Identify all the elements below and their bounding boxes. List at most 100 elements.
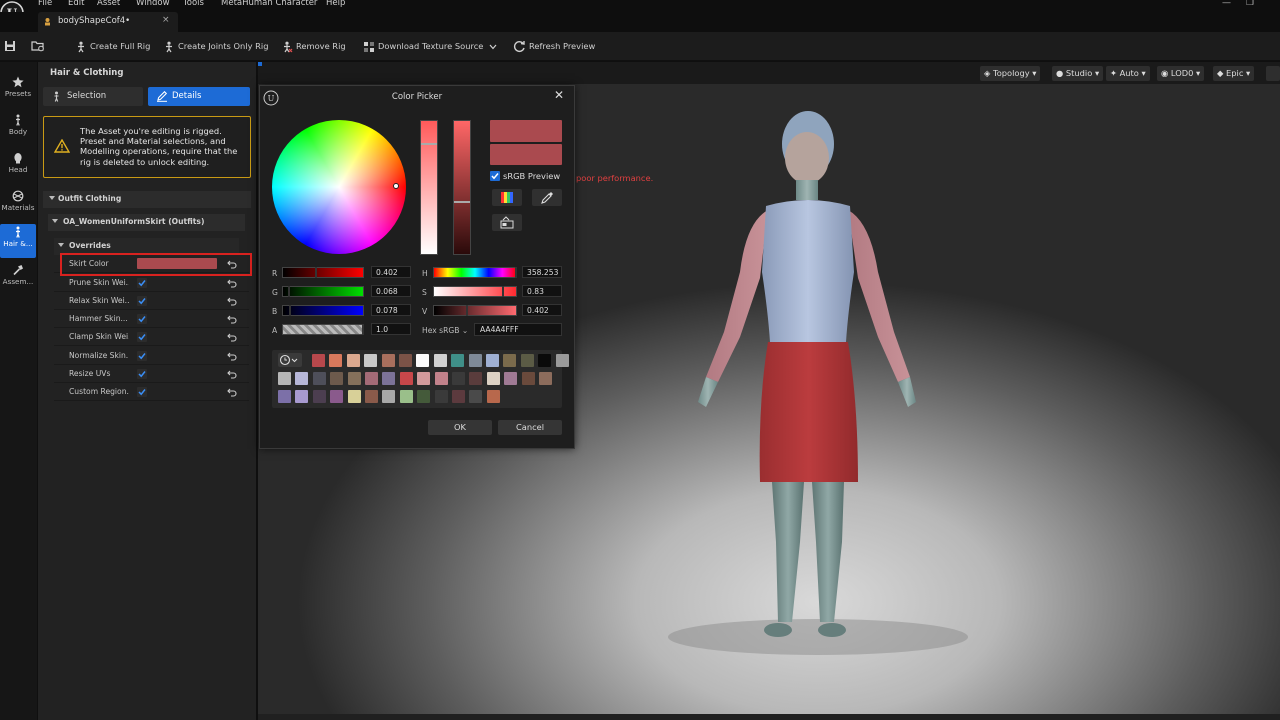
section-outfit-asset[interactable]: OA_WomenUniformSkirt (Outfits) bbox=[48, 214, 245, 231]
color-swatch[interactable] bbox=[330, 372, 344, 385]
color-swatch[interactable] bbox=[399, 354, 412, 367]
color-swatch[interactable] bbox=[365, 390, 378, 403]
h-slider-thumb[interactable] bbox=[515, 267, 517, 278]
color-swatch[interactable] bbox=[486, 372, 500, 385]
viewport-overflow-button[interactable] bbox=[1266, 66, 1280, 81]
color-swatch[interactable] bbox=[346, 354, 360, 367]
color-swatch[interactable] bbox=[469, 372, 483, 385]
saturation-bar[interactable] bbox=[420, 120, 438, 255]
a-slider[interactable] bbox=[282, 324, 364, 335]
menu-tools[interactable]: Tools bbox=[183, 0, 204, 9]
color-swatch[interactable] bbox=[452, 390, 465, 403]
color-swatch[interactable] bbox=[520, 354, 534, 367]
mode-materials[interactable]: Materials bbox=[0, 188, 36, 222]
color-wheel[interactable] bbox=[272, 120, 406, 254]
eyedropper-button[interactable] bbox=[532, 189, 562, 206]
color-swatch[interactable] bbox=[382, 372, 396, 385]
a-value-field[interactable]: 1.0 bbox=[371, 323, 411, 335]
color-swatch[interactable] bbox=[538, 354, 552, 367]
r-slider-thumb[interactable] bbox=[315, 267, 317, 278]
color-swatch[interactable] bbox=[278, 390, 291, 403]
menu-help[interactable]: Help bbox=[326, 0, 345, 9]
color-swatch[interactable] bbox=[433, 354, 447, 367]
color-swatch[interactable] bbox=[416, 354, 430, 367]
srgb-preview-checkbox[interactable] bbox=[490, 171, 500, 181]
save-icon[interactable] bbox=[4, 40, 16, 52]
color-swatch[interactable] bbox=[486, 390, 500, 403]
v-slider-thumb[interactable] bbox=[466, 305, 468, 316]
color-swatch[interactable] bbox=[347, 372, 361, 385]
color-swatch[interactable] bbox=[451, 354, 465, 367]
color-swatch[interactable] bbox=[539, 372, 552, 385]
color-swatch[interactable] bbox=[468, 354, 482, 367]
mode-head[interactable]: Head bbox=[0, 150, 36, 184]
value-bar[interactable] bbox=[453, 120, 471, 255]
maximize-icon[interactable]: ❐ bbox=[1246, 0, 1254, 8]
color-swatch[interactable] bbox=[382, 390, 396, 403]
lod-button[interactable]: ◉ LOD0 ▾ bbox=[1157, 66, 1205, 81]
v-slider[interactable] bbox=[433, 305, 517, 316]
recent-colors-dropdown[interactable] bbox=[278, 353, 302, 367]
close-icon[interactable]: ✕ bbox=[554, 88, 564, 102]
override-checkbox[interactable] bbox=[137, 296, 147, 306]
mode-hair-clothing[interactable]: Hair &... bbox=[0, 224, 36, 258]
document-tab[interactable]: bodyShapeCof4• × bbox=[38, 12, 178, 32]
color-swatch[interactable] bbox=[399, 390, 413, 403]
color-swatch[interactable] bbox=[312, 390, 326, 403]
browse-asset-icon[interactable] bbox=[31, 40, 45, 52]
override-checkbox[interactable] bbox=[137, 332, 147, 342]
color-swatch[interactable] bbox=[434, 372, 448, 385]
a-slider-thumb[interactable] bbox=[362, 324, 364, 335]
override-checkbox[interactable] bbox=[137, 369, 147, 379]
color-swatch[interactable] bbox=[312, 372, 326, 385]
b-slider[interactable] bbox=[282, 305, 364, 316]
r-value-field[interactable]: 0.402 bbox=[371, 266, 411, 278]
color-swatch[interactable] bbox=[434, 390, 448, 403]
reset-arrow-icon[interactable] bbox=[227, 387, 237, 397]
h-value-field[interactable]: 358.253 bbox=[522, 266, 562, 278]
auto-button[interactable]: ✦ Auto ▾ bbox=[1106, 66, 1150, 81]
color-swatch[interactable] bbox=[417, 372, 431, 385]
refresh-preview-button[interactable]: Refresh Preview bbox=[513, 40, 595, 54]
reset-arrow-icon[interactable] bbox=[227, 314, 237, 324]
h-slider[interactable] bbox=[433, 267, 517, 278]
color-swatch[interactable] bbox=[364, 354, 378, 367]
color-swatch[interactable] bbox=[295, 372, 309, 385]
menu-window[interactable]: Window bbox=[136, 0, 170, 9]
menu-file[interactable]: File bbox=[38, 0, 52, 9]
reset-arrow-icon[interactable] bbox=[227, 369, 237, 379]
color-swatch[interactable] bbox=[278, 372, 291, 385]
color-swatch[interactable] bbox=[329, 354, 343, 367]
color-swatch[interactable] bbox=[555, 354, 569, 367]
mode-assembly[interactable]: Assem... bbox=[0, 262, 36, 296]
override-checkbox[interactable] bbox=[137, 278, 147, 288]
quality-button[interactable]: ◆ Epic ▾ bbox=[1213, 66, 1255, 81]
override-checkbox[interactable] bbox=[137, 351, 147, 361]
section-outfit-clothing[interactable]: Outfit Clothing bbox=[43, 191, 251, 208]
color-swatch[interactable] bbox=[503, 354, 517, 367]
tab-selection[interactable]: Selection bbox=[43, 87, 143, 106]
color-swatch[interactable] bbox=[295, 390, 309, 403]
reset-arrow-icon[interactable] bbox=[227, 296, 237, 306]
g-slider[interactable] bbox=[282, 286, 364, 297]
create-full-rig-button[interactable]: Create Full Rig bbox=[75, 40, 150, 54]
s-slider-thumb[interactable] bbox=[502, 286, 504, 297]
color-swatch[interactable] bbox=[504, 372, 518, 385]
color-swatch[interactable] bbox=[399, 372, 413, 385]
v-value-field[interactable]: 0.402 bbox=[522, 304, 562, 316]
s-value-field[interactable]: 0.83 bbox=[522, 285, 562, 297]
override-checkbox[interactable] bbox=[137, 387, 147, 397]
remove-rig-button[interactable]: Remove Rig bbox=[281, 40, 346, 54]
s-slider[interactable] bbox=[433, 286, 517, 297]
color-wheel-selector[interactable] bbox=[393, 183, 399, 189]
color-swatch[interactable] bbox=[452, 372, 465, 385]
value-bar-marker[interactable] bbox=[454, 201, 470, 203]
color-themes-bar-button[interactable] bbox=[492, 214, 522, 231]
b-value-field[interactable]: 0.078 bbox=[371, 304, 411, 316]
color-swatch[interactable] bbox=[365, 372, 378, 385]
saturation-bar-marker[interactable] bbox=[421, 143, 437, 145]
reset-arrow-icon[interactable] bbox=[227, 278, 237, 288]
mode-presets[interactable]: Presets bbox=[0, 74, 36, 108]
studio-button[interactable]: ● Studio ▾ bbox=[1052, 66, 1104, 81]
color-swatch[interactable] bbox=[312, 354, 325, 367]
